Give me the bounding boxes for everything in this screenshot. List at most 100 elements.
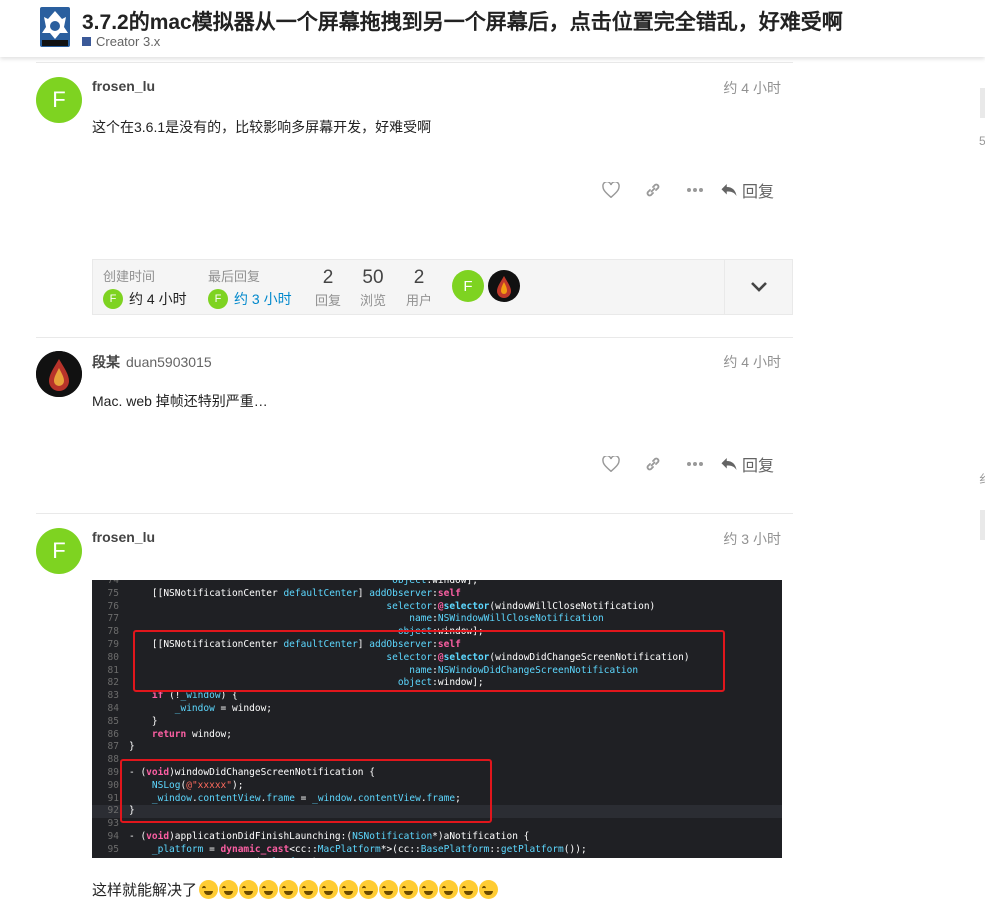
topic-header: 3.7.2的mac模拟器从一个屏幕拖拽到另一个屏幕后，点击位置完全错乱，好难受啊… bbox=[0, 0, 985, 57]
avatar[interactable]: F bbox=[36, 528, 82, 574]
category-badge[interactable]: Creator 3.x bbox=[82, 34, 160, 49]
post-body: 这个在3.6.1是没有的，比较影响多屏幕开发，好难受啊 bbox=[92, 119, 432, 135]
timeline-track-bottom[interactable] bbox=[980, 510, 985, 540]
reply-icon bbox=[721, 458, 737, 470]
stat-views: 50 浏览 bbox=[356, 267, 390, 309]
post-body-last: 这样就能解决了 bbox=[92, 879, 499, 900]
created-value: 约 4 小时 bbox=[129, 291, 187, 307]
laughing-emoji-row bbox=[199, 880, 499, 899]
last-reply-link[interactable]: F 约 3 小时 bbox=[208, 289, 292, 309]
more-actions-button[interactable] bbox=[674, 179, 716, 201]
participant-avatar[interactable]: F bbox=[452, 270, 484, 302]
code-screenshot[interactable]: 74 object:window]; 75 [[NSNotificationCen… bbox=[92, 580, 782, 858]
ellipsis-icon bbox=[687, 188, 703, 192]
link-icon bbox=[646, 457, 660, 471]
timeline-track[interactable] bbox=[980, 88, 985, 118]
laughing-emoji-icon bbox=[299, 880, 319, 899]
laughing-emoji-icon bbox=[439, 880, 459, 899]
avatar-letter: F bbox=[52, 538, 66, 563]
laughing-emoji-icon bbox=[339, 880, 359, 899]
stat-label: 用户 bbox=[405, 293, 432, 308]
code-line: 96 CC_ASSERT_NOT_NULL(_platform); bbox=[92, 857, 782, 858]
post-divider bbox=[36, 62, 793, 63]
username[interactable]: frosen_lu bbox=[92, 78, 155, 94]
username[interactable]: frosen_lu bbox=[92, 529, 155, 545]
avatar[interactable]: F bbox=[36, 77, 82, 123]
code-line: 77 name:NSWindowWillCloseNotification bbox=[107, 613, 604, 625]
drop-avatar-icon bbox=[497, 276, 511, 298]
post-body-text: 这样就能解决了 bbox=[92, 882, 198, 899]
code-line: 74 object:window]; bbox=[107, 580, 478, 586]
heart-icon bbox=[602, 456, 620, 472]
stat-label: 浏览 bbox=[359, 293, 386, 308]
chevron-down-icon bbox=[751, 282, 767, 292]
code-line: 94- (void)applicationDidFinishLaunching:… bbox=[107, 831, 530, 842]
stat-users: 2 用户 bbox=[402, 267, 436, 309]
timeline-count: 5 bbox=[979, 134, 985, 148]
username-line[interactable]: 段某 duan5903015 bbox=[92, 352, 212, 372]
created-label: 创建时间 bbox=[103, 269, 156, 284]
user-fullname: duan5903015 bbox=[126, 354, 212, 370]
last-reply-label: 最后回复 bbox=[208, 269, 261, 284]
reply-label: 回复 bbox=[742, 458, 775, 475]
code-line: 83 if (!_window) { bbox=[107, 690, 238, 702]
highlight-box-observer bbox=[133, 630, 725, 692]
cocos-logo[interactable] bbox=[40, 7, 70, 47]
reply-button[interactable]: 回复 bbox=[720, 452, 774, 476]
stat-replies: 2 回复 bbox=[311, 267, 345, 309]
laughing-emoji-icon bbox=[379, 880, 399, 899]
mini-avatar: F bbox=[208, 289, 228, 309]
created-link[interactable]: F 约 4 小时 bbox=[103, 289, 187, 309]
code-line: 75 [[NSNotificationCenter defaultCenter]… bbox=[107, 587, 461, 599]
drop-avatar-icon bbox=[36, 351, 82, 397]
post-time[interactable]: 约 4 小时 bbox=[723, 352, 781, 372]
category-label: Creator 3.x bbox=[96, 34, 161, 49]
share-link-button[interactable] bbox=[632, 453, 674, 475]
expand-topic-map-button[interactable] bbox=[724, 260, 793, 314]
post-body: Mac. web 掉帧还特别严重… bbox=[92, 393, 268, 409]
stat-number: 2 bbox=[413, 267, 425, 288]
code-line: 95 _platform = dynamic_cast<cc::MacPlatf… bbox=[107, 843, 587, 855]
last-reply-value: 约 3 小时 bbox=[234, 291, 292, 307]
avatar-letter: F bbox=[52, 87, 66, 112]
laughing-emoji-icon bbox=[219, 880, 239, 899]
like-button[interactable] bbox=[590, 179, 632, 201]
laughing-emoji-icon bbox=[239, 880, 259, 899]
laughing-emoji-icon bbox=[359, 880, 379, 899]
like-button[interactable] bbox=[590, 453, 632, 475]
reply-icon bbox=[721, 184, 737, 196]
stat-label: 回复 bbox=[314, 293, 341, 308]
avatar[interactable] bbox=[36, 351, 82, 397]
stat-number: 50 bbox=[362, 267, 384, 288]
heart-icon bbox=[602, 182, 620, 198]
post-divider bbox=[36, 513, 793, 514]
code-line: 84 _window = window; bbox=[107, 703, 273, 714]
post-actions: 回复 bbox=[590, 453, 790, 475]
share-link-button[interactable] bbox=[632, 179, 674, 201]
highlight-box-method bbox=[120, 759, 492, 823]
participant-avatar-drop[interactable] bbox=[488, 270, 520, 302]
reply-label: 回复 bbox=[742, 184, 775, 201]
username: 段某 bbox=[92, 354, 120, 370]
post-divider bbox=[36, 337, 793, 338]
stat-number: 2 bbox=[322, 267, 334, 288]
code-line: 87} bbox=[107, 741, 135, 753]
post-time[interactable]: 约 4 小时 bbox=[723, 78, 781, 98]
post-time[interactable]: 约 3 小时 bbox=[723, 529, 781, 549]
code-line: 85 } bbox=[107, 715, 158, 727]
laughing-emoji-icon bbox=[199, 880, 219, 899]
laughing-emoji-icon bbox=[399, 880, 419, 899]
code-line: 76 selector:@selector(windowWillCloseNot… bbox=[107, 600, 656, 612]
laughing-emoji-icon bbox=[319, 880, 339, 899]
link-icon bbox=[646, 183, 660, 197]
code-line: 86 return window; bbox=[107, 728, 232, 740]
created-summary: 创建时间 F 约 4 小时 bbox=[103, 266, 187, 309]
laughing-emoji-icon bbox=[279, 880, 299, 899]
topic-title[interactable]: 3.7.2的mac模拟器从一个屏幕拖拽到另一个屏幕后，点击位置完全错乱，好难受啊 bbox=[82, 6, 843, 36]
laughing-emoji-icon bbox=[419, 880, 439, 899]
reply-button[interactable]: 回复 bbox=[720, 178, 774, 202]
laughing-emoji-icon bbox=[479, 880, 499, 899]
laughing-emoji-icon bbox=[459, 880, 479, 899]
more-actions-button[interactable] bbox=[674, 453, 716, 475]
category-color-swatch bbox=[82, 37, 91, 46]
